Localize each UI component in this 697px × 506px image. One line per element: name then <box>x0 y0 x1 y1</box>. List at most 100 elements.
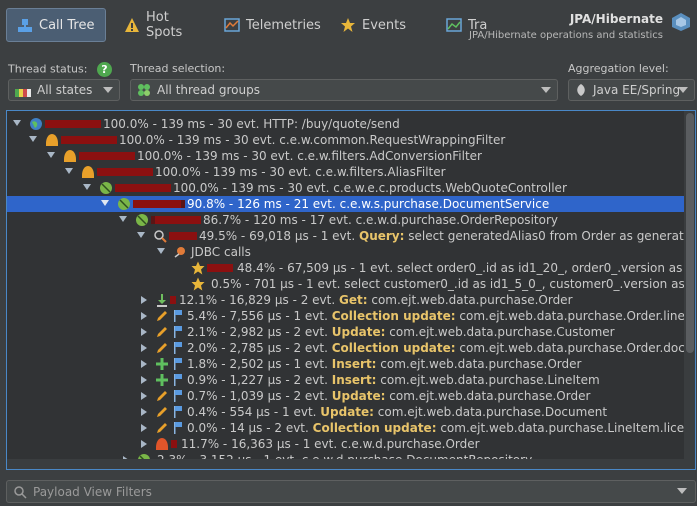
tree-node[interactable]: 100.0% - 139 ms - 30 evt. c.e.w.filters.… <box>7 164 695 180</box>
tree-node[interactable]: 1.8% - 2,502 µs - 1 evt. Insert: com.ejt… <box>7 356 695 372</box>
module-title: JPA/Hibernate JPA/Hibernate operations a… <box>469 12 663 41</box>
tracker-icon <box>446 17 462 33</box>
time-bar <box>45 120 101 128</box>
node-label: 12.1% - 16,829 µs - 2 evt. Get: com.ejt.… <box>179 292 573 308</box>
tree-node[interactable]: 11.7% - 16,363 µs - 1 evt. c.e.w.d.purch… <box>7 436 695 452</box>
tab-telemetries[interactable]: Telemetries <box>214 8 324 42</box>
plus-icon <box>155 373 169 387</box>
expand-toggle[interactable] <box>141 312 147 320</box>
payload-view-filter[interactable]: Payload View Filters <box>6 480 696 503</box>
tree-node[interactable]: 49.5% - 69,018 µs - 1 evt. Query: select… <box>7 228 695 244</box>
node-metrics: 0.9% - 1,227 µs - 2 evt. <box>187 373 332 387</box>
tab-call-tree[interactable]: Call Tree <box>6 8 106 42</box>
time-bar <box>207 264 233 272</box>
thread-state-icon <box>15 86 31 97</box>
call-tree[interactable]: 100.0% - 139 ms - 30 evt. HTTP: /buy/quo… <box>6 110 696 470</box>
collapse-toggle[interactable] <box>47 152 55 158</box>
thread-status-select[interactable]: All states <box>8 79 120 101</box>
plus-icon <box>155 357 169 371</box>
filter-icon <box>45 133 59 147</box>
node-detail: com.ejt.web.data.purchase.Customer <box>385 325 615 339</box>
telemetry-icon <box>224 17 240 33</box>
help-icon[interactable]: ? <box>96 62 112 77</box>
collapse-toggle[interactable] <box>101 200 109 206</box>
tree-node[interactable]: 0.7% - 1,039 µs - 2 evt. Update: com.ejt… <box>7 388 695 404</box>
vertical-scrollbar[interactable] <box>684 111 695 469</box>
tree-node[interactable]: 0.5% - 701 µs - 1 evt. select customer0_… <box>7 276 695 292</box>
node-keyword: Update: <box>331 389 386 403</box>
collapse-toggle[interactable] <box>119 216 127 222</box>
node-label: JDBC calls <box>191 245 251 259</box>
expand-toggle[interactable] <box>141 408 147 416</box>
collapse-toggle[interactable] <box>137 232 145 238</box>
spring-bean-icon <box>117 197 131 211</box>
node-label: 100.0% - 139 ms - 30 evt. c.e.w.filters.… <box>137 149 482 163</box>
tab-hot-spots[interactable]: Hot Spots <box>114 8 210 42</box>
node-label: 100.0% - 139 ms - 30 evt. HTTP: /buy/quo… <box>103 117 400 131</box>
tree-node[interactable]: 0.0% - 14 µs - 2 evt. Collection update:… <box>7 420 695 436</box>
collapse-toggle[interactable] <box>83 184 91 190</box>
expand-toggle[interactable] <box>141 440 147 448</box>
aggregation-value: Java EE/Spring <box>593 83 681 97</box>
tab-label: Events <box>362 17 407 33</box>
chevron-down-icon <box>678 87 688 93</box>
node-metrics: 0.7% - 1,039 µs - 2 evt. <box>187 389 332 403</box>
aggregation-select[interactable]: Java EE/Spring <box>568 79 695 101</box>
collapse-toggle[interactable] <box>157 248 165 254</box>
collapse-toggle[interactable] <box>65 168 73 174</box>
get-download-icon <box>155 293 169 307</box>
aggregation-label: Aggregation level: <box>568 62 669 75</box>
filter-icon <box>63 149 77 163</box>
tree-node[interactable]: JDBC calls <box>7 244 695 260</box>
time-bar <box>79 152 135 160</box>
thread-status-value: All states <box>37 83 93 97</box>
java-ee-icon <box>575 83 587 97</box>
chevron-down-icon[interactable] <box>677 488 687 494</box>
expand-toggle[interactable] <box>141 360 147 368</box>
node-metrics: 2.0% - 2,785 µs - 2 evt. <box>187 341 332 355</box>
collapse-toggle[interactable] <box>13 120 21 126</box>
tree-node[interactable]: 100.0% - 139 ms - 30 evt. c.e.w.e.c.prod… <box>7 180 695 196</box>
time-bar <box>133 200 181 208</box>
scrollbar-thumb[interactable] <box>686 113 694 353</box>
tree-node-selected[interactable]: 90.8% - 126 ms - 21 evt. c.e.w.s.purchas… <box>7 196 695 212</box>
node-label: 1.8% - 2,502 µs - 1 evt. Insert: com.ejt… <box>187 356 581 372</box>
tree-node[interactable]: 100.0% - 139 ms - 30 evt. HTTP: /buy/quo… <box>7 116 695 132</box>
collapse-toggle[interactable] <box>29 136 37 142</box>
node-metrics: 1.8% - 2,502 µs - 1 evt. <box>187 357 332 371</box>
node-label: 2.0% - 2,785 µs - 2 evt. Collection upda… <box>187 340 695 356</box>
tree-node[interactable]: 86.7% - 120 ms - 17 evt. c.e.w.d.purchas… <box>7 212 695 228</box>
module-title-text: JPA/Hibernate <box>569 12 663 26</box>
tree-node[interactable]: 0.4% - 554 µs - 1 evt. Update: com.ejt.w… <box>7 404 695 420</box>
pencil-icon <box>155 389 169 403</box>
tab-events[interactable]: Events <box>330 8 410 42</box>
tree-node[interactable]: 2.0% - 2,785 µs - 2 evt. Collection upda… <box>7 340 695 356</box>
node-label: 0.9% - 1,227 µs - 2 evt. Insert: com.ejt… <box>187 372 600 388</box>
node-detail: select generatedAlias0 from Order as gen… <box>408 229 695 243</box>
expand-toggle[interactable] <box>141 392 147 400</box>
query-magnifier-icon <box>153 229 167 243</box>
tree-node[interactable]: 48.4% - 67,509 µs - 1 evt. select order0… <box>7 260 695 276</box>
tree-node[interactable]: 5.4% - 7,556 µs - 1 evt. Collection upda… <box>7 308 695 324</box>
time-bar <box>170 296 176 304</box>
chevron-down-icon <box>103 87 113 93</box>
expand-toggle[interactable] <box>141 328 147 336</box>
thread-selection-select[interactable]: All thread groups <box>130 79 558 101</box>
tree-node[interactable]: 12.1% - 16,829 µs - 2 evt. Get: com.ejt.… <box>7 292 695 308</box>
chevron-down-icon <box>541 87 551 93</box>
node-detail: com.ejt.web.data.purchase.Order <box>376 357 582 371</box>
call-tree-icon <box>17 17 33 33</box>
tree-node[interactable]: 100.0% - 139 ms - 30 evt. c.e.w.common.R… <box>7 132 695 148</box>
expand-toggle[interactable] <box>141 424 147 432</box>
node-metrics: 0.4% - 554 µs - 1 evt. <box>187 405 321 419</box>
node-keyword: Query: <box>359 229 405 243</box>
tree-node[interactable]: 0.9% - 1,227 µs - 2 evt. Insert: com.ejt… <box>7 372 695 388</box>
tree-node[interactable]: 2.1% - 2,982 µs - 2 evt. Update: com.ejt… <box>7 324 695 340</box>
expand-toggle[interactable] <box>141 344 147 352</box>
expand-toggle[interactable] <box>141 376 147 384</box>
node-keyword: Collection update: <box>331 309 456 323</box>
node-label: 100.0% - 139 ms - 30 evt. c.e.w.e.c.prod… <box>173 181 567 195</box>
expand-toggle[interactable] <box>141 296 147 304</box>
tree-node[interactable]: 100.0% - 139 ms - 30 evt. c.e.w.filters.… <box>7 148 695 164</box>
horizontal-scrollbar[interactable] <box>7 459 685 469</box>
